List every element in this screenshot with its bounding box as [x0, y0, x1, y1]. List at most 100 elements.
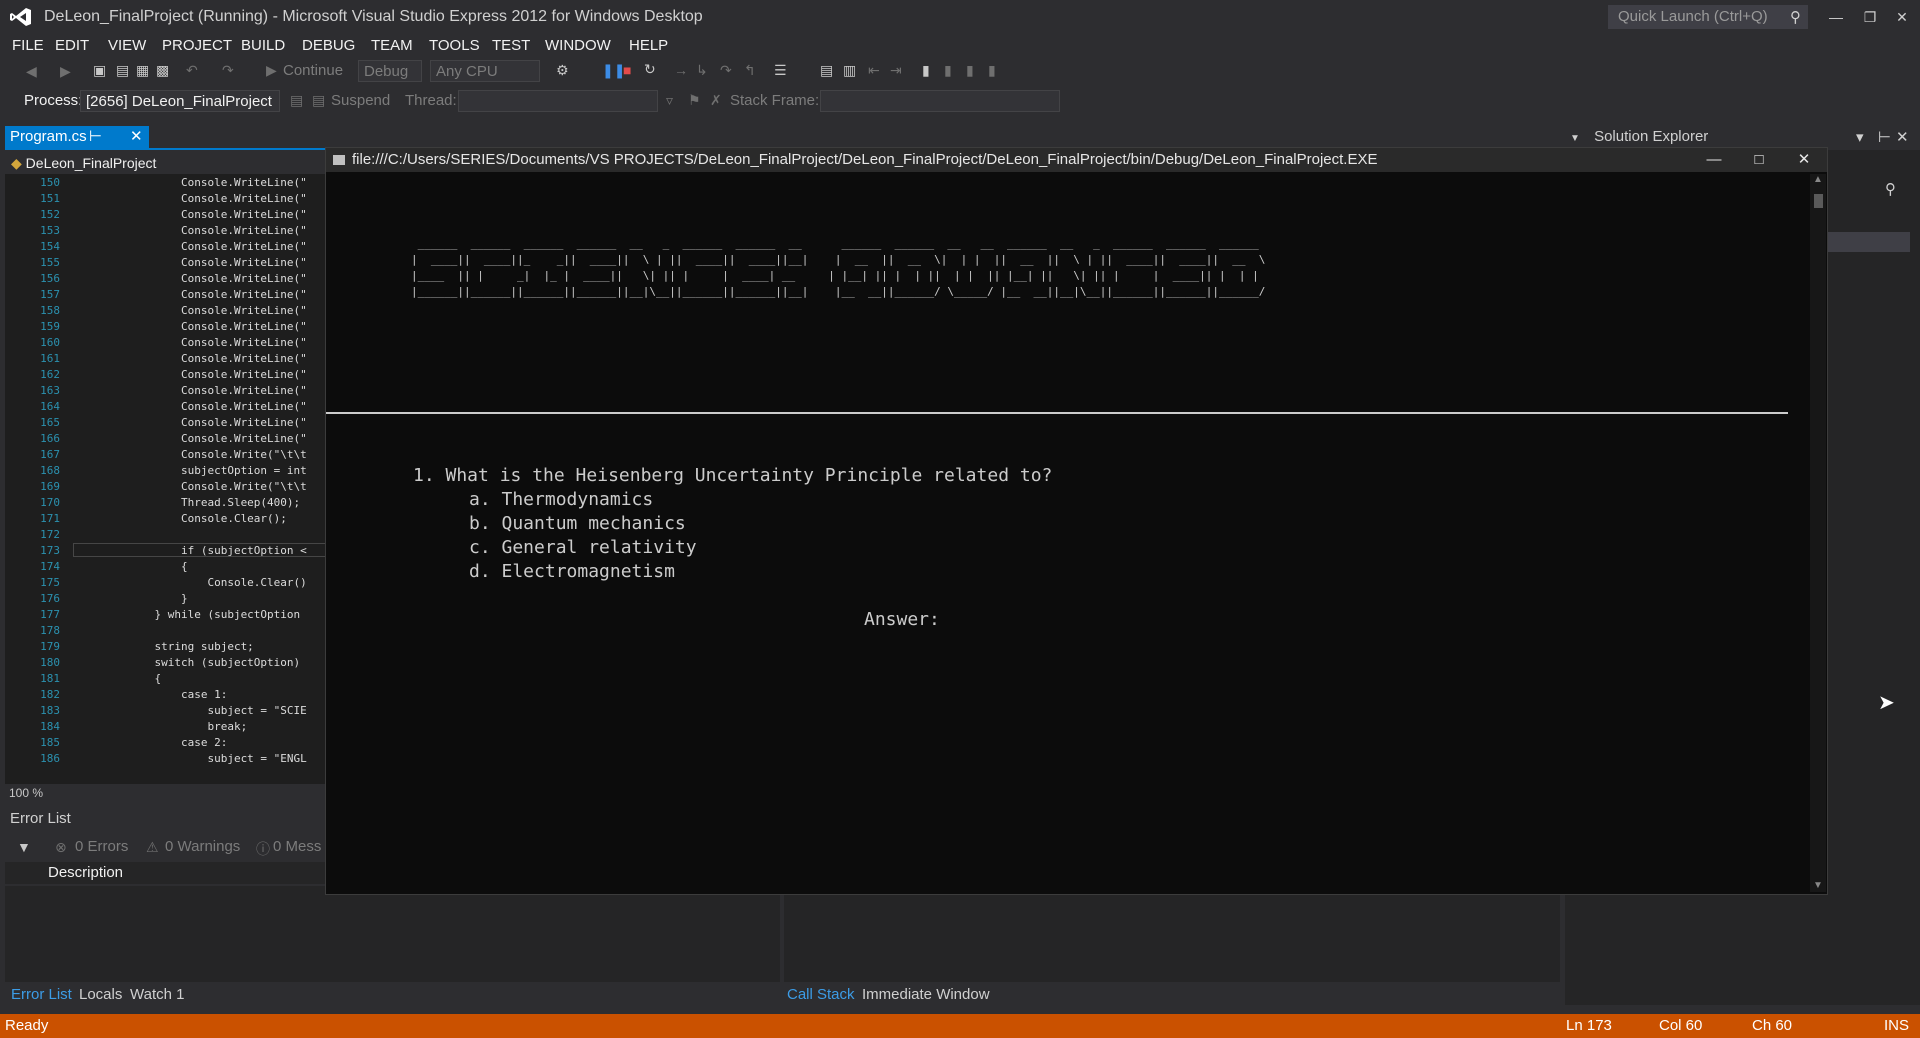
continue-button[interactable]: Continue: [283, 59, 343, 83]
prev-bookmark-icon[interactable]: ▮: [944, 62, 952, 79]
next-bookmark-icon[interactable]: ▮: [966, 62, 974, 79]
code-line[interactable]: Console.WriteLine(": [75, 176, 307, 189]
zoom-level[interactable]: 100 %: [9, 786, 43, 800]
code-line[interactable]: subject = "SCIE: [75, 704, 306, 717]
menu-edit[interactable]: EDIT: [55, 34, 89, 58]
suspend-icon[interactable]: ▤: [312, 92, 325, 109]
dropdown-icon[interactable]: ▼: [1570, 133, 1580, 144]
menu-project[interactable]: PROJECT: [162, 34, 232, 58]
filter-icon[interactable]: ▿: [666, 92, 673, 109]
process-dropdown[interactable]: [2656] DeLeon_FinalProject: [80, 90, 280, 112]
answer-prompt[interactable]: Answer:: [864, 609, 940, 630]
pin-icon[interactable]: ⊢: [89, 126, 102, 148]
show-next-statement-icon[interactable]: →: [674, 62, 688, 78]
code-line[interactable]: Thread.Sleep(400);: [75, 496, 300, 509]
code-line[interactable]: Console.WriteLine(": [75, 416, 307, 429]
step-into-icon[interactable]: ↳: [696, 62, 708, 79]
code-line[interactable]: } while (subjectOption: [75, 608, 300, 621]
code-line[interactable]: Console.Clear();: [75, 512, 287, 525]
break-all-icon[interactable]: ❚❚: [602, 62, 625, 79]
code-line[interactable]: {: [75, 560, 188, 573]
quick-launch-input[interactable]: Quick Launch (Ctrl+Q): [1608, 5, 1808, 29]
code-line[interactable]: Console.WriteLine(": [75, 432, 307, 445]
warnings-icon[interactable]: ⚠: [146, 839, 159, 856]
forward-icon[interactable]: ▶: [60, 63, 71, 80]
restart-icon[interactable]: ↻: [644, 61, 656, 78]
hex-display-icon[interactable]: ☰: [774, 62, 787, 79]
scroll-up-icon[interactable]: ▲: [1813, 174, 1823, 185]
console-title-bar[interactable]: file:///C:/Users/SERIES/Documents/VS PRO…: [326, 148, 1827, 172]
code-line[interactable]: Console.WriteLine(": [75, 352, 307, 365]
step-over-icon[interactable]: ↷: [720, 62, 732, 79]
tab-watch-1[interactable]: Watch 1: [130, 986, 184, 1004]
save-icon[interactable]: ▦: [136, 62, 149, 79]
code-line[interactable]: Console.WriteLine(": [75, 288, 307, 301]
tab-locals[interactable]: Locals: [79, 986, 122, 1004]
comment-icon[interactable]: ▤: [820, 62, 833, 79]
continue-icon[interactable]: ▶: [266, 62, 277, 79]
console-scrollbar[interactable]: [1810, 174, 1826, 892]
clear-bookmarks-icon[interactable]: ▮: [988, 62, 996, 79]
code-line[interactable]: switch (subjectOption): [75, 656, 300, 669]
search-icon[interactable]: ⚲: [1790, 8, 1801, 26]
console-maximize-button[interactable]: □: [1737, 148, 1781, 172]
step-out-icon[interactable]: ↰: [744, 62, 756, 79]
stop-debugging-icon[interactable]: ■: [623, 62, 631, 78]
code-line[interactable]: Console.WriteLine(": [75, 224, 307, 237]
indent-icon[interactable]: ⇥: [890, 62, 902, 79]
code-line[interactable]: }: [75, 592, 188, 605]
flag-icon[interactable]: ⚑: [688, 92, 701, 109]
code-line[interactable]: subjectOption = int: [75, 464, 307, 477]
scroll-down-icon[interactable]: ▼: [1813, 880, 1823, 891]
warnings-count-button[interactable]: 0 Warnings: [165, 835, 240, 859]
config-dropdown[interactable]: Debug: [358, 60, 422, 82]
tab-program-cs[interactable]: Program.cs ⊢ ✕: [5, 126, 149, 148]
console-minimize-button[interactable]: —: [1692, 148, 1736, 172]
code-editor[interactable]: 150 Console.WriteLine(" 151 Console.Write…: [5, 174, 330, 784]
messages-count-button[interactable]: 0 Mess: [273, 835, 321, 859]
code-line[interactable]: Console.WriteLine(": [75, 368, 307, 381]
code-line[interactable]: Console.WriteLine(": [75, 304, 307, 317]
code-line[interactable]: Console.Clear(): [75, 576, 306, 589]
code-line[interactable]: Console.WriteLine(": [75, 208, 307, 221]
bookmark-icon[interactable]: ▮: [922, 62, 930, 79]
tab-error-list[interactable]: Error List: [11, 986, 72, 1004]
console-close-button[interactable]: ✕: [1782, 148, 1826, 172]
code-line[interactable]: case 1:: [75, 688, 227, 701]
code-line[interactable]: Console.WriteLine(": [75, 240, 307, 253]
code-line[interactable]: string subject;: [75, 640, 253, 653]
save-all-icon[interactable]: ▩: [156, 62, 169, 79]
code-line[interactable]: subject = "ENGL: [75, 752, 306, 765]
errors-count-button[interactable]: 0 Errors: [75, 835, 128, 859]
code-line[interactable]: Console.WriteLine(": [75, 256, 307, 269]
back-icon[interactable]: ◀: [26, 63, 37, 80]
column-description[interactable]: Description: [48, 864, 123, 881]
lifecycle-events-icon[interactable]: ▤: [290, 92, 303, 109]
undo-icon[interactable]: ↶: [186, 62, 198, 79]
panel-close-icon[interactable]: ✕: [1896, 128, 1909, 146]
code-line[interactable]: Console.WriteLine(": [75, 320, 307, 333]
tab-immediate-window[interactable]: Immediate Window: [862, 986, 990, 1004]
menu-debug[interactable]: DEBUG: [302, 34, 355, 58]
code-line[interactable]: case 2:: [75, 736, 227, 749]
outdent-icon[interactable]: ⇤: [868, 62, 880, 79]
filter-icon[interactable]: ▼: [17, 839, 31, 855]
close-button[interactable]: ✕: [1882, 2, 1920, 32]
stack-frame-dropdown[interactable]: [820, 90, 1060, 112]
menu-build[interactable]: BUILD: [241, 34, 285, 58]
redo-icon[interactable]: ↷: [222, 62, 234, 79]
platform-dropdown[interactable]: Any CPU: [430, 60, 540, 82]
console-window[interactable]: file:///C:/Users/SERIES/Documents/VS PRO…: [325, 147, 1828, 895]
code-line[interactable]: Console.WriteLine(": [75, 384, 307, 397]
tab-close-icon[interactable]: ✕: [130, 126, 143, 148]
search-icon[interactable]: ⚲: [1885, 180, 1896, 198]
code-line[interactable]: {: [75, 672, 161, 685]
menu-help[interactable]: HELP: [629, 34, 668, 58]
suspend-button[interactable]: Suspend: [331, 89, 390, 113]
navigation-bar[interactable]: ◆ DeLeon_FinalProject: [5, 152, 330, 174]
code-line[interactable]: Console.Write("\t\t: [75, 448, 307, 461]
code-line[interactable]: Console.WriteLine(": [75, 400, 307, 413]
open-file-icon[interactable]: ▤: [116, 62, 129, 79]
code-line[interactable]: Console.WriteLine(": [75, 192, 307, 205]
menu-view[interactable]: VIEW: [108, 34, 146, 58]
